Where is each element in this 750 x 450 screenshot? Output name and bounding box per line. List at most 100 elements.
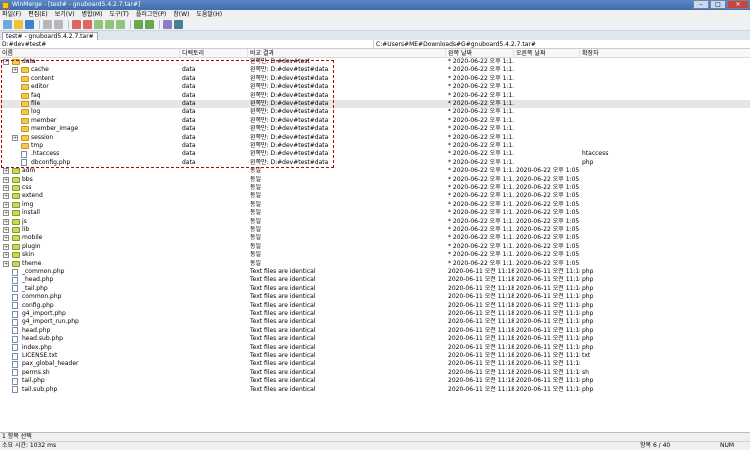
table-row[interactable]: pax_global_header Text files are identica…: [0, 360, 750, 368]
table-row[interactable]: + install 동일 * 2020-06-22 오후 1:1... 2020-06-…: [0, 209, 750, 217]
table-row[interactable]: head.sub.php Text files are identical 2020…: [0, 335, 750, 343]
expand-icon[interactable]: +: [3, 176, 9, 183]
cell-left-date: * 2020-06-22 오후 1:1...: [448, 184, 514, 191]
table-row[interactable]: + bbs 동일 * 2020-06-22 오후 1:1... 2020-06-22 오…: [0, 176, 750, 184]
cell-right-date: 2020-06-11 오전 11:18...: [516, 352, 580, 359]
table-row[interactable]: + lib 동일 * 2020-06-22 오후 1:1... 2020-06-22 오…: [0, 226, 750, 234]
table-row[interactable]: index.php Text files are identical 2020-06…: [0, 344, 750, 352]
left-path[interactable]: D:#dev#test#: [0, 40, 373, 49]
table-row[interactable]: perms.sh Text files are identical 2020-06-…: [0, 369, 750, 377]
minimize-button[interactable]: –: [693, 0, 709, 9]
redo-icon[interactable]: [54, 20, 63, 29]
expand-icon[interactable]: +: [3, 185, 9, 191]
cell-left-date: 2020-06-11 오전 11:18...: [448, 377, 514, 385]
table-row[interactable]: + skin 동일 * 2020-06-22 오후 1:1... 2020-06-22 …: [0, 251, 750, 259]
current-diff-icon[interactable]: [105, 20, 114, 29]
expand-icon[interactable]: +: [3, 193, 9, 200]
table-row[interactable]: g4_import_run.php Text files are identica…: [0, 318, 750, 326]
menu-window[interactable]: 창(W): [173, 10, 189, 19]
column-header-left-date[interactable]: 왼쪽 날짜: [446, 49, 514, 58]
right-path[interactable]: C:#Users#ME#Downloads#G#gnuboard5.4.2.7.…: [374, 40, 750, 49]
cell-left-date: * 2020-06-22 오후 1:1...: [448, 74, 514, 82]
table-row[interactable]: + extend 동일 * 2020-06-22 오후 1:1... 2020-06-2…: [0, 192, 750, 200]
expand-icon[interactable]: +: [3, 243, 9, 250]
cell-name: pax_global_header: [22, 360, 79, 368]
undo-icon[interactable]: [43, 20, 52, 29]
copy-left-icon[interactable]: [145, 20, 154, 29]
table-row[interactable]: + theme 동일 * 2020-06-22 오후 1:1... 2020-06-22…: [0, 260, 750, 268]
expand-icon[interactable]: +: [3, 252, 9, 259]
column-header-right-date[interactable]: 오른쪽 날짜: [514, 49, 580, 58]
options-icon[interactable]: [163, 20, 172, 29]
cell-left-date: * 2020-06-22 오후 1:1...: [448, 175, 514, 183]
table-row[interactable]: tail.sub.php Text files are identical 2020…: [0, 386, 750, 394]
table-row[interactable]: + mobile 동일 * 2020-06-22 오후 1:1... 2020-06-2…: [0, 234, 750, 242]
cell-right-date: [516, 108, 580, 116]
menu-help[interactable]: 도움말(H): [196, 10, 222, 19]
table-row[interactable]: head.php Text files are identical 2020-06-…: [0, 327, 750, 335]
open-icon[interactable]: [14, 20, 23, 29]
menu-file[interactable]: 파일(F): [2, 10, 21, 19]
cell-compare-result: 동일: [250, 209, 262, 217]
table-row[interactable]: _head.php Text files are identical 2020-06…: [0, 276, 750, 284]
last-diff-icon[interactable]: [116, 20, 125, 29]
expand-icon[interactable]: +: [3, 168, 9, 175]
close-button[interactable]: ✕: [727, 0, 749, 9]
title-bar: WinMerge - [test# - gnuboard5.4.2.7.tar#…: [0, 0, 750, 10]
menu-view[interactable]: 보기(V): [55, 10, 75, 19]
expand-icon[interactable]: +: [3, 218, 9, 225]
maximize-button[interactable]: □: [710, 0, 726, 9]
cell-name: LICENSE.txt: [22, 352, 58, 359]
table-row[interactable]: g4_import.php Text files are identical 202…: [0, 310, 750, 318]
file-icon: [12, 318, 18, 326]
cell-folder: [182, 176, 248, 184]
table-row[interactable]: common.php Text files are identical 2020-0…: [0, 293, 750, 301]
table-row[interactable]: config.php Text files are identical 2020-0…: [0, 302, 750, 310]
cell-folder: [182, 386, 248, 394]
menu-edit[interactable]: 편집(E): [28, 10, 48, 19]
table-row[interactable]: _tail.php Text files are identical 2020-06…: [0, 285, 750, 293]
cell-name: g4_import.php: [22, 310, 66, 317]
table-row[interactable]: tail.php Text files are identical 2020-06-…: [0, 377, 750, 385]
table-row[interactable]: + adm 동일 * 2020-06-22 오후 1:1... 2020-06-22 오…: [0, 167, 750, 175]
table-row[interactable]: + css 동일 * 2020-06-22 오후 1:1... 2020-06-22 오…: [0, 184, 750, 192]
cell-right-date: [516, 75, 580, 83]
tab-compare[interactable]: test# - gnuboard5.4.2.7.tar#: [2, 32, 98, 40]
cell-folder: [182, 218, 248, 226]
table-row[interactable]: + plugin 동일 * 2020-06-22 오후 1:1... 2020-06-2…: [0, 243, 750, 251]
expand-icon[interactable]: +: [3, 210, 9, 217]
cell-folder: [182, 352, 248, 360]
expand-icon[interactable]: +: [3, 201, 9, 208]
column-header-folder[interactable]: 디렉토리: [180, 49, 248, 58]
table-row[interactable]: LICENSE.txt Text files are identical 2020-…: [0, 352, 750, 360]
cell-extension: [582, 117, 642, 125]
expand-icon[interactable]: +: [3, 227, 9, 233]
cell-left-date: * 2020-06-22 오후 1:1...: [448, 142, 514, 149]
table-row[interactable]: _common.php Text files are identical 2020-…: [0, 268, 750, 276]
refresh-icon[interactable]: [174, 20, 183, 29]
expand-icon[interactable]: +: [3, 260, 9, 267]
column-header-name[interactable]: 이름: [0, 49, 180, 58]
cell-right-date: [516, 150, 580, 158]
next-diff-icon[interactable]: [72, 20, 81, 29]
menu-plugins[interactable]: 플러그인(P): [136, 10, 166, 19]
first-diff-icon[interactable]: [94, 20, 103, 29]
save-icon[interactable]: [25, 20, 34, 29]
menu-tools[interactable]: 도구(T): [109, 10, 128, 19]
table-row[interactable]: + js 동일 * 2020-06-22 오후 1:1... 2020-06-22 오후…: [0, 218, 750, 226]
new-icon[interactable]: [3, 20, 12, 29]
column-header-compare-result[interactable]: 비교 결과: [248, 49, 446, 58]
table-row[interactable]: + img 동일 * 2020-06-22 오후 1:1... 2020-06-22 오…: [0, 201, 750, 209]
cell-folder: [182, 192, 248, 200]
prev-diff-icon[interactable]: [83, 20, 92, 29]
file-icon: [12, 285, 18, 293]
cell-right-date: 2020-06-11 오전 11:18...: [516, 301, 580, 309]
cell-right-date: 2020-06-11 오전 11:18...: [516, 343, 580, 351]
column-header-extension[interactable]: 확장자: [580, 49, 750, 58]
cell-extension: [582, 66, 642, 74]
copy-right-icon[interactable]: [134, 20, 143, 29]
menu-merge[interactable]: 병합(M): [82, 10, 103, 19]
expand-icon[interactable]: +: [3, 235, 9, 242]
file-icon: [12, 327, 18, 335]
cell-folder: [182, 201, 248, 209]
